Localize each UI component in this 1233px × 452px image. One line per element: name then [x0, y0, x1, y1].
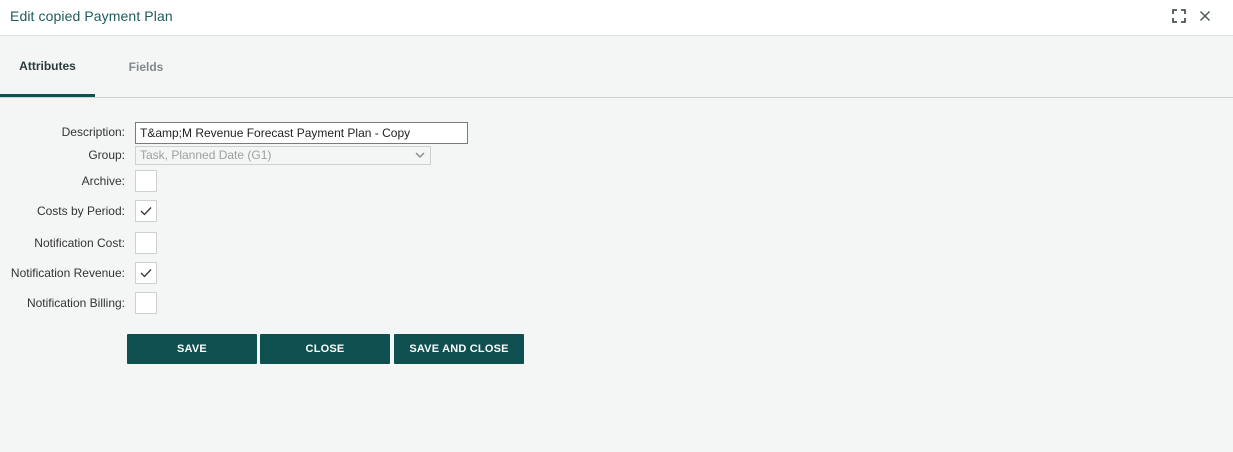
notification-billing-checkbox[interactable]	[135, 292, 157, 314]
group-row: Group: Task, Planned Date (G1)	[0, 146, 600, 168]
save-and-close-button[interactable]: SAVE AND CLOSE	[394, 334, 524, 364]
archive-row: Archive:	[0, 170, 600, 192]
expand-icon	[1172, 9, 1186, 23]
notification-revenue-checkbox[interactable]	[135, 262, 157, 284]
tab-attributes[interactable]: Attributes	[0, 37, 95, 97]
costs-by-period-row: Costs by Period:	[0, 200, 600, 222]
notification-revenue-row: Notification Revenue:	[0, 262, 600, 284]
group-label: Group:	[88, 148, 125, 162]
description-label: Description:	[61, 125, 125, 139]
archive-checkbox[interactable]	[135, 170, 157, 192]
description-input[interactable]	[135, 122, 468, 144]
description-row: Description:	[0, 122, 600, 144]
group-select[interactable]: Task, Planned Date (G1)	[135, 146, 431, 165]
notification-cost-row: Notification Cost:	[0, 232, 600, 254]
dialog-title: Edit copied Payment Plan	[10, 8, 173, 24]
chevron-down-icon	[415, 152, 425, 159]
tab-fields[interactable]: Fields	[106, 37, 186, 97]
notification-cost-checkbox[interactable]	[135, 232, 157, 254]
archive-label: Archive:	[81, 174, 125, 188]
dialog-titlebar: Edit copied Payment Plan	[0, 0, 1233, 36]
expand-button[interactable]	[1169, 6, 1189, 26]
notification-billing-label: Notification Billing:	[26, 296, 125, 310]
close-icon	[1200, 11, 1210, 21]
group-select-value: Task, Planned Date (G1)	[140, 148, 272, 162]
costs-by-period-checkbox[interactable]	[135, 200, 157, 222]
close-button[interactable]: CLOSE	[260, 334, 390, 364]
tab-bar: Attributes Fields	[0, 37, 1233, 98]
notification-cost-label: Notification Cost:	[34, 236, 125, 250]
notification-revenue-label: Notification Revenue:	[10, 266, 125, 280]
notification-billing-row: Notification Billing:	[0, 292, 600, 314]
checkmark-icon	[140, 269, 152, 278]
costs-by-period-label: Costs by Period:	[36, 204, 125, 218]
checkmark-icon	[140, 207, 152, 216]
close-window-button[interactable]	[1195, 6, 1215, 26]
save-button[interactable]: SAVE	[127, 334, 257, 364]
